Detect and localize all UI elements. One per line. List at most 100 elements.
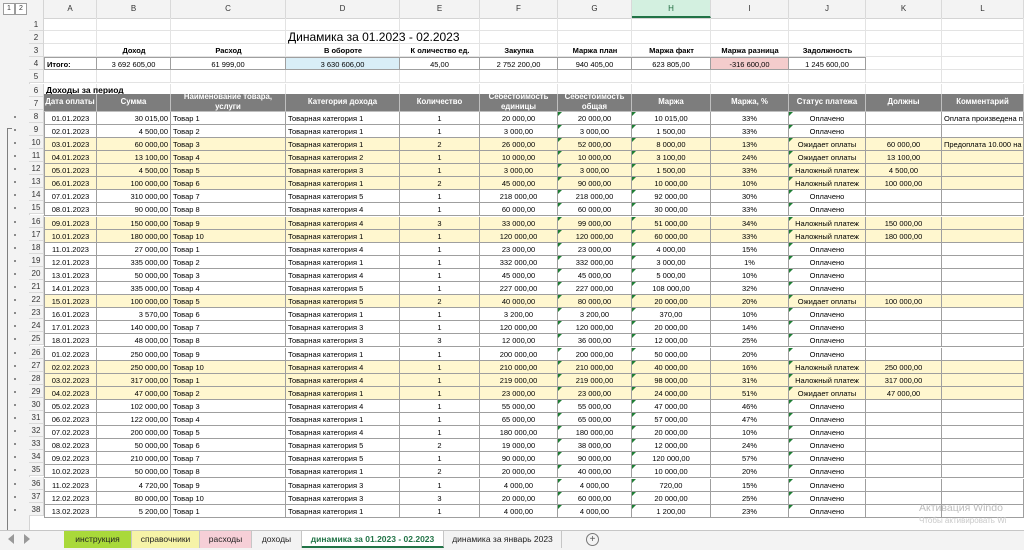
table-cell-d[interactable]: 03.01.2023 xyxy=(44,137,97,151)
empty-cell[interactable] xyxy=(789,18,866,32)
table-cell-m[interactable]: 60 000,00 xyxy=(632,229,711,243)
table-cell-n[interactable]: Товар 7 xyxy=(171,190,286,204)
table-cell-s[interactable]: 60 000,00 xyxy=(97,137,171,151)
table-cell-d[interactable]: 01.01.2023 xyxy=(44,111,97,125)
row-header[interactable]: 33 xyxy=(29,437,44,451)
summary-label[interactable]: Закупка xyxy=(480,44,558,57)
table-cell-dol[interactable]: 4 500,00 xyxy=(866,164,942,178)
table-cell-n[interactable]: Товар 1 xyxy=(171,111,286,125)
table-cell-cu[interactable]: 12 000,00 xyxy=(480,334,558,348)
table-cell-n[interactable]: Товар 10 xyxy=(171,360,286,374)
table-cell-ct[interactable]: 200 000,00 xyxy=(558,347,632,361)
table-cell-com[interactable] xyxy=(942,334,1024,348)
table-cell-cu[interactable]: 19 000,00 xyxy=(480,439,558,453)
table-cell-d[interactable]: 11.02.2023 xyxy=(44,478,97,492)
table-header-cell[interactable]: Наименование товара, услуги xyxy=(171,92,286,112)
row-header[interactable]: 3 xyxy=(29,44,44,58)
table-cell-d[interactable]: 18.01.2023 xyxy=(44,334,97,348)
table-cell-q[interactable]: 1 xyxy=(400,203,480,217)
summary-value[interactable]: 1 245 600,00 xyxy=(789,57,866,71)
table-cell-k[interactable]: Товарная категория 4 xyxy=(286,242,400,256)
summary-label[interactable]: К оличество ед. xyxy=(400,44,480,57)
table-cell-s[interactable]: 50 000,00 xyxy=(97,439,171,453)
table-cell-st[interactable]: Наложный платеж xyxy=(789,360,866,374)
row-header[interactable]: 38 xyxy=(29,502,44,516)
table-cell-cu[interactable]: 26 000,00 xyxy=(480,137,558,151)
table-header-cell[interactable]: Количество xyxy=(400,93,480,112)
row-header[interactable]: 9 xyxy=(29,122,44,136)
table-cell-m[interactable]: 40 000,00 xyxy=(632,360,711,374)
table-cell-n[interactable]: Товар 5 xyxy=(171,295,286,309)
table-cell-k[interactable]: Товарная категория 1 xyxy=(286,111,400,125)
table-cell-n[interactable]: Товар 9 xyxy=(171,216,286,230)
summary-label[interactable]: Задолжность xyxy=(789,44,866,57)
empty-cell[interactable] xyxy=(97,70,171,84)
empty-cell[interactable] xyxy=(866,44,942,58)
table-cell-dol[interactable] xyxy=(866,478,942,492)
sheet-title[interactable]: Динамика за 01.2023 - 02.2023 xyxy=(286,30,558,44)
table-cell-q[interactable]: 2 xyxy=(400,137,480,151)
table-cell-cu[interactable]: 218 000,00 xyxy=(480,190,558,204)
table-cell-q[interactable]: 1 xyxy=(400,504,480,518)
table-cell-q[interactable]: 1 xyxy=(400,229,480,243)
table-cell-q[interactable]: 2 xyxy=(400,465,480,479)
table-cell-com[interactable] xyxy=(942,373,1024,387)
table-cell-s[interactable]: 4 500,00 xyxy=(97,124,171,138)
table-cell-k[interactable]: Товарная категория 4 xyxy=(286,203,400,217)
table-cell-dol[interactable] xyxy=(866,282,942,296)
row-header[interactable]: 22 xyxy=(29,293,44,307)
table-cell-s[interactable]: 310 000,00 xyxy=(97,190,171,204)
empty-cell[interactable] xyxy=(97,31,171,45)
table-cell-n[interactable]: Товар 1 xyxy=(171,242,286,256)
table-cell-m[interactable]: 12 000,00 xyxy=(632,439,711,453)
table-cell-d[interactable]: 13.02.2023 xyxy=(44,504,97,518)
table-cell-mp[interactable]: 51% xyxy=(711,386,789,400)
column-header-g[interactable]: G xyxy=(558,0,632,18)
column-header-b[interactable]: B xyxy=(97,0,171,18)
table-cell-s[interactable]: 335 000,00 xyxy=(97,282,171,296)
table-cell-mp[interactable]: 13% xyxy=(711,137,789,151)
empty-cell[interactable] xyxy=(171,31,286,45)
table-cell-d[interactable]: 08.01.2023 xyxy=(44,203,97,217)
table-cell-m[interactable]: 30 000,00 xyxy=(632,203,711,217)
table-cell-k[interactable]: Товарная категория 3 xyxy=(286,491,400,505)
table-cell-st[interactable]: Ожидает оплаты xyxy=(789,295,866,309)
table-cell-k[interactable]: Товарная категория 1 xyxy=(286,347,400,361)
table-cell-dol[interactable] xyxy=(866,413,942,427)
table-cell-mp[interactable]: 25% xyxy=(711,334,789,348)
table-cell-dol[interactable] xyxy=(866,321,942,335)
table-cell-com[interactable] xyxy=(942,413,1024,427)
table-cell-n[interactable]: Товар 1 xyxy=(171,373,286,387)
table-cell-st[interactable]: Оплачено xyxy=(789,255,866,269)
empty-cell[interactable] xyxy=(632,18,711,32)
table-cell-k[interactable]: Товарная категория 3 xyxy=(286,164,400,178)
row-header[interactable]: 16 xyxy=(29,214,44,228)
table-cell-q[interactable]: 1 xyxy=(400,190,480,204)
table-cell-m[interactable]: 12 000,00 xyxy=(632,334,711,348)
table-cell-st[interactable]: Оплачено xyxy=(789,308,866,322)
column-header-c[interactable]: C xyxy=(171,0,286,18)
table-cell-k[interactable]: Товарная категория 5 xyxy=(286,452,400,466)
plus-circle-icon[interactable]: + xyxy=(586,533,599,546)
summary-label[interactable]: Маржа разница xyxy=(711,44,789,57)
table-cell-ct[interactable]: 10 000,00 xyxy=(558,151,632,165)
tab-scroll-right-icon[interactable] xyxy=(24,534,30,544)
table-cell-com[interactable] xyxy=(942,282,1024,296)
summary-value[interactable]: 623 805,00 xyxy=(632,57,711,71)
table-cell-n[interactable]: Товар 10 xyxy=(171,491,286,505)
row-header[interactable]: 37 xyxy=(29,489,44,503)
table-cell-mp[interactable]: 24% xyxy=(711,151,789,165)
row-header[interactable]: 1 xyxy=(29,18,44,32)
table-cell-dol[interactable] xyxy=(866,203,942,217)
table-cell-cu[interactable]: 20 000,00 xyxy=(480,111,558,125)
table-cell-m[interactable]: 720,00 xyxy=(632,478,711,492)
table-cell-st[interactable]: Оплачено xyxy=(789,413,866,427)
empty-cell[interactable] xyxy=(171,18,286,32)
empty-cell[interactable] xyxy=(711,31,789,45)
table-cell-mp[interactable]: 24% xyxy=(711,439,789,453)
table-cell-ct[interactable]: 55 000,00 xyxy=(558,399,632,413)
empty-cell[interactable] xyxy=(44,31,97,45)
summary-label[interactable]: Расход xyxy=(171,44,286,57)
table-cell-mp[interactable]: 34% xyxy=(711,216,789,230)
table-cell-s[interactable]: 27 000,00 xyxy=(97,242,171,256)
